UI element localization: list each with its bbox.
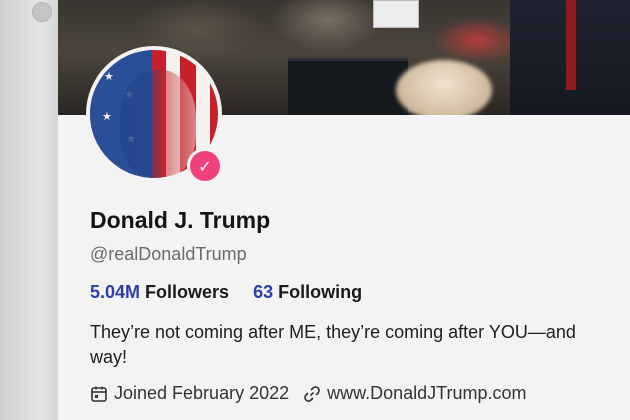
verified-badge-icon: ✓ — [187, 148, 223, 184]
website-text: www.DonaldJTrump.com — [327, 383, 527, 403]
star-icon: ★ — [102, 110, 112, 123]
followers-count: 5.04M — [90, 282, 141, 302]
following-count: 63 — [253, 282, 274, 302]
calendar-icon — [90, 385, 108, 403]
joined-date: Joined February 2022 — [90, 383, 289, 404]
follow-stats: 5.04M Followers 63 Following — [90, 282, 362, 303]
screen-edge — [0, 0, 58, 420]
crowd-head — [396, 60, 492, 115]
link-icon — [303, 385, 321, 403]
profile-bio: They’re not coming after ME, they’re com… — [90, 320, 630, 370]
following-label: Following — [278, 282, 363, 302]
website-link[interactable]: www.DonaldJTrump.com — [303, 383, 527, 404]
profile-meta: Joined February 2022 www.DonaldJTrump.co… — [90, 383, 527, 404]
crowd-sign — [373, 0, 419, 28]
star-icon: ★ — [104, 70, 114, 83]
bio-line-2: way! — [90, 347, 128, 367]
bio-line-1: They’re not coming after ME, they’re com… — [90, 322, 576, 342]
followers-label: Followers — [145, 282, 230, 302]
profile-name: Donald J. Trump — [90, 207, 271, 233]
tie — [566, 0, 576, 90]
avatar-face — [120, 70, 196, 178]
profile-handle: @realDonaldTrump — [90, 244, 247, 264]
app-icon — [32, 2, 52, 22]
podium — [288, 58, 408, 115]
joined-text: Joined February 2022 — [114, 383, 290, 403]
followers-link[interactable]: 5.04M Followers — [90, 282, 234, 302]
following-link[interactable]: 63 Following — [253, 282, 362, 302]
